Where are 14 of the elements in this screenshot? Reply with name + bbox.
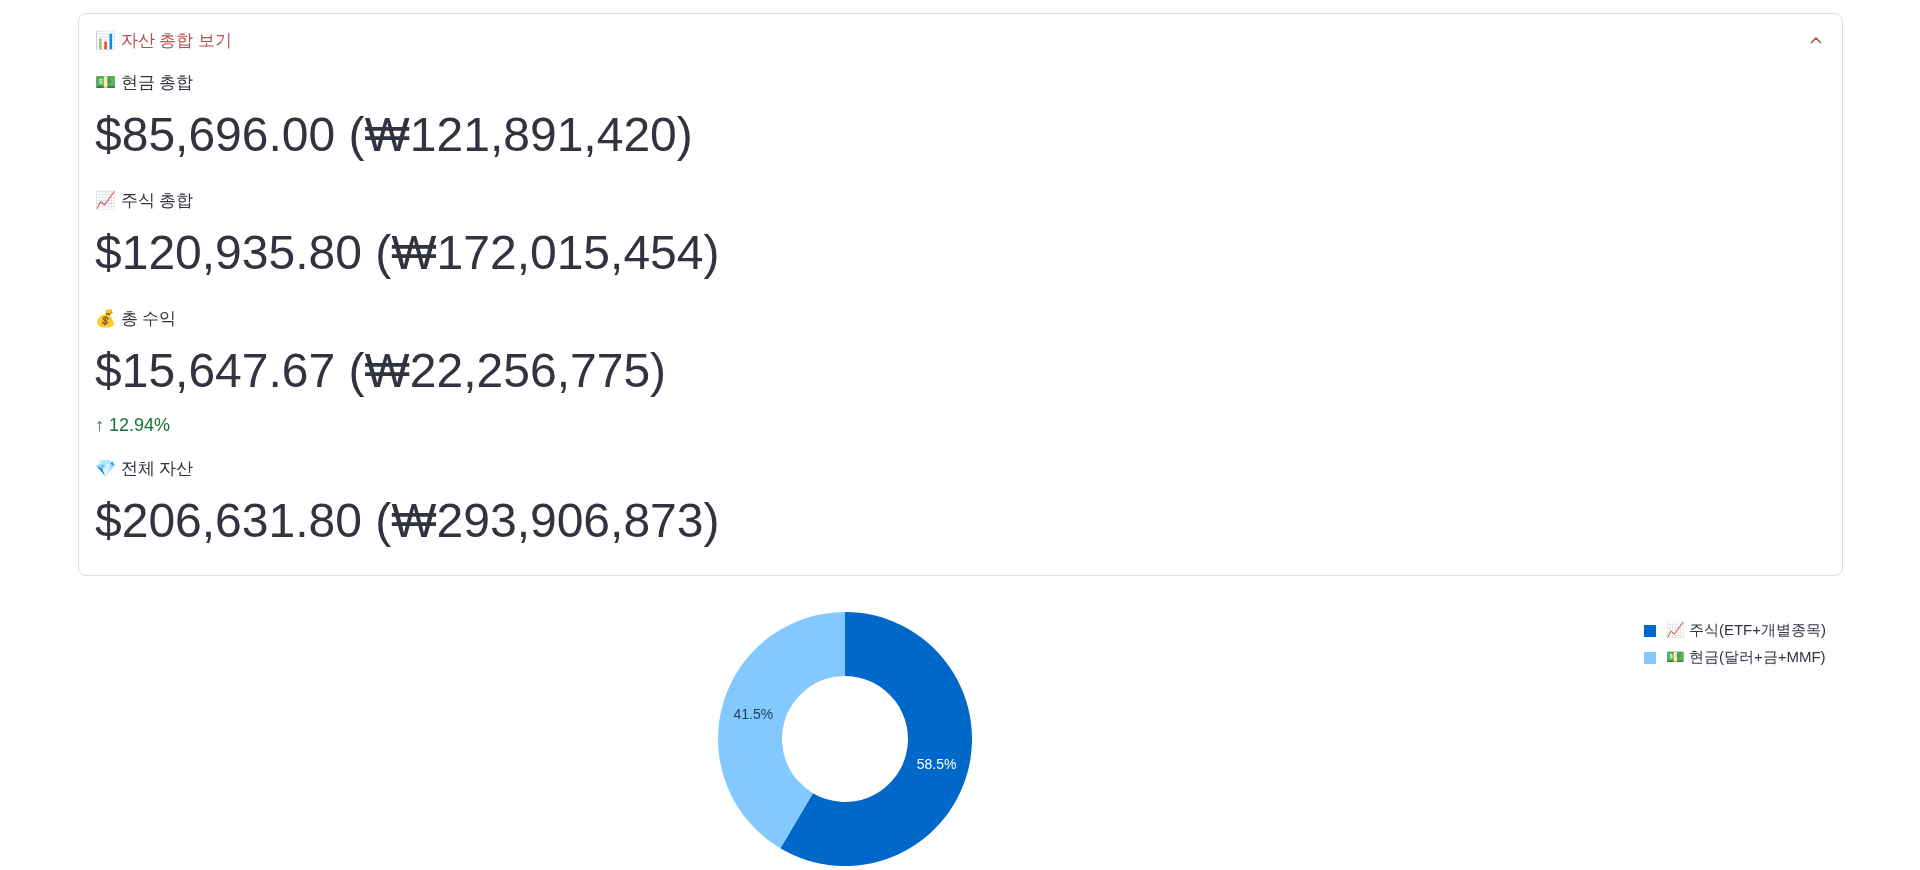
legend-label: 📈 주식(ETF+개별종목) xyxy=(1665,621,1826,640)
slice-value-label: 41.5% xyxy=(733,705,774,722)
metric-label: 💎 전체 자산 xyxy=(95,458,194,480)
metric-label: 📈 주식 총합 xyxy=(95,190,194,212)
metric-label: 💵 현금 총합 xyxy=(95,72,194,94)
metric-value: $15,647.67 (₩22,256,775) xyxy=(95,345,667,397)
expander-header[interactable]: 📊 자산 총합 보기 xyxy=(79,14,1842,66)
metric-value: $206,631.80 (₩293,906,873) xyxy=(95,495,720,547)
metric-value: $120,935.80 (₩172,015,454) xyxy=(95,227,720,279)
legend-label: 💵 현금(달러+금+MMF) xyxy=(1665,648,1826,667)
metric-value: $85,696.00 (₩121,891,420) xyxy=(95,109,693,161)
metric-label: 💰 총 수익 xyxy=(95,308,177,330)
slice-value-label: 58.5% xyxy=(916,756,957,773)
metric-delta: ↑ 12.94% xyxy=(95,414,171,437)
